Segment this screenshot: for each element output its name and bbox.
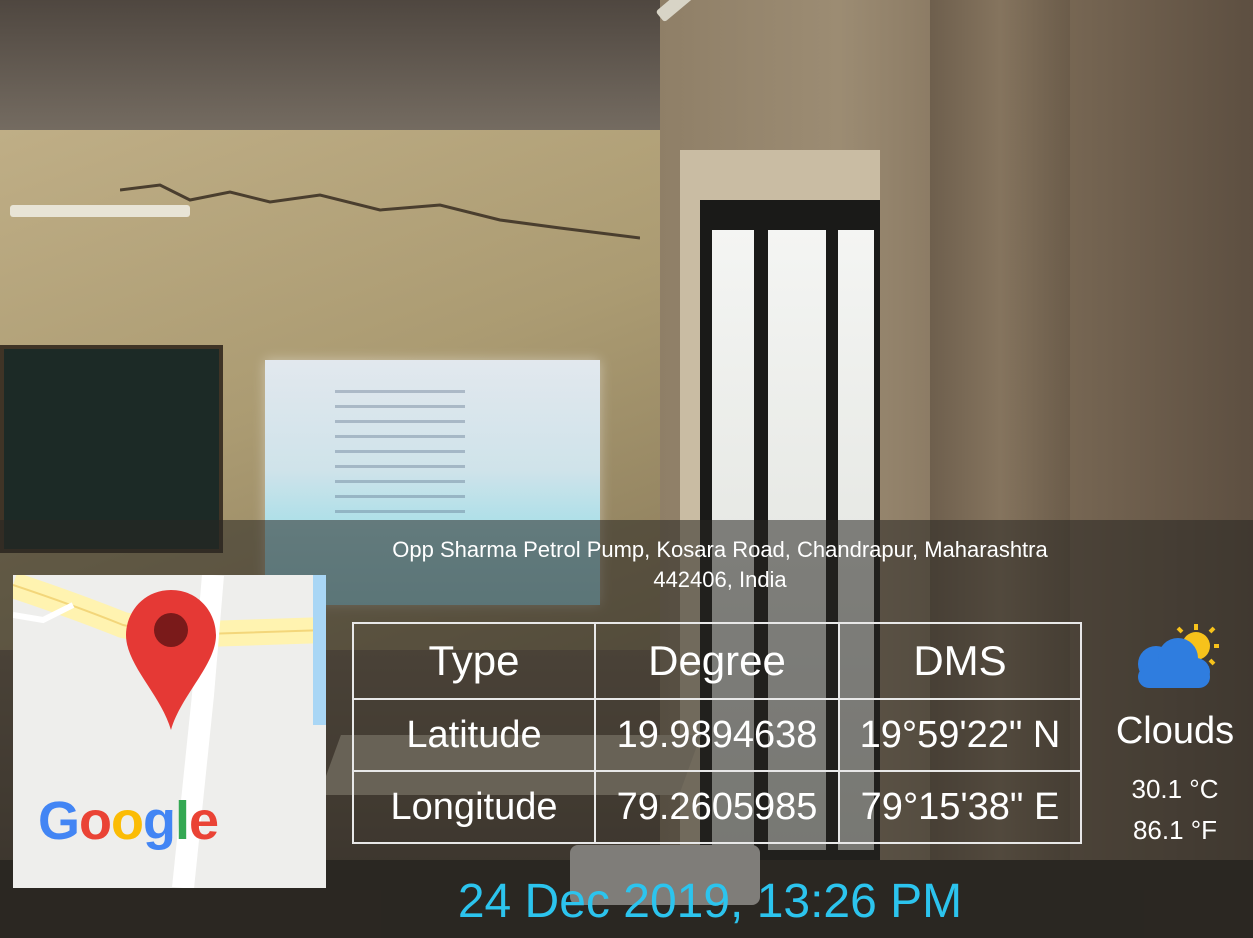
address-line-1: Opp Sharma Petrol Pump, Kosara Road, Cha… [392, 537, 1048, 562]
wall-crack [120, 183, 640, 240]
address-line-2: 442406, India [653, 567, 787, 592]
coordinates-table: Type Degree DMS Latitude 19.9894638 19°5… [352, 622, 1082, 844]
google-logo-letter: l [175, 791, 190, 851]
geotagged-photo: Opp Sharma Petrol Pump, Kosara Road, Cha… [0, 0, 1253, 938]
google-logo-letter: G [38, 791, 80, 851]
longitude-dms: 79°15'38" E [838, 770, 1082, 844]
header-dms: DMS [838, 622, 1082, 700]
google-logo-letter: g [143, 791, 176, 851]
latitude-degree: 19.9894638 [594, 698, 840, 772]
header-degree: Degree [594, 622, 840, 700]
table-row-latitude: Latitude 19.9894638 19°59'22" N [352, 698, 1082, 772]
latitude-dms: 19°59'22" N [838, 698, 1082, 772]
latitude-label: Latitude [352, 698, 596, 772]
temperature-fahrenheit: 86.1 °F [1132, 815, 1218, 845]
map-pin-icon [126, 590, 216, 730]
google-logo-letter: o [111, 791, 144, 851]
map-thumbnail: Google [13, 575, 326, 888]
capture-datetime: 24 Dec 2019, 13:26 PM [457, 875, 963, 928]
table-header-row: Type Degree DMS [352, 622, 1082, 700]
partly-cloudy-icon [1138, 624, 1219, 688]
table-row-longitude: Longitude 79.2605985 79°15'38" E [352, 770, 1082, 844]
temperature-celsius: 30.1 °C [1131, 774, 1219, 804]
tube-light [10, 205, 190, 217]
address-text: Opp Sharma Petrol Pump, Kosara Road, Cha… [300, 535, 1140, 595]
longitude-label: Longitude [352, 770, 596, 844]
header-type: Type [352, 622, 596, 700]
weather-condition: Clouds [1115, 710, 1235, 752]
longitude-degree: 79.2605985 [594, 770, 840, 844]
google-logo-letter: e [189, 791, 219, 851]
google-logo: Google [38, 790, 219, 852]
google-logo-letter: o [79, 791, 112, 851]
